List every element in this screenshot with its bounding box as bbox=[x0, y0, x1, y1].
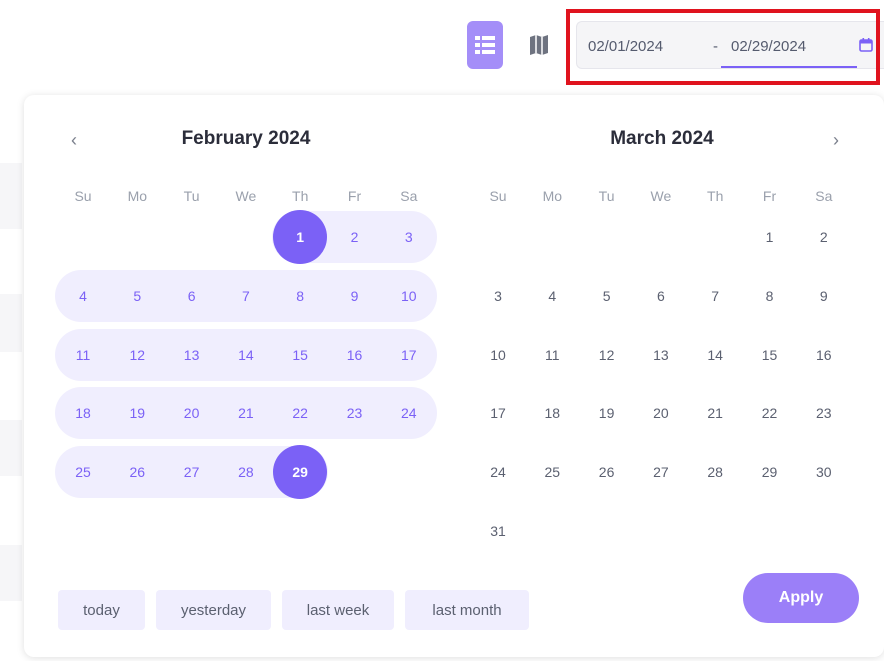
day-cell[interactable]: 29 bbox=[744, 446, 796, 498]
day-cell[interactable]: 26 bbox=[581, 446, 633, 498]
weekday-tu: Tu bbox=[183, 188, 200, 204]
day-cell[interactable]: 15 bbox=[744, 329, 796, 381]
day-cell[interactable]: 16 bbox=[329, 329, 381, 381]
day-cell[interactable]: 11 bbox=[57, 329, 109, 381]
prev-month-button[interactable]: ‹ bbox=[64, 130, 84, 150]
background-row bbox=[0, 163, 22, 229]
day-cell[interactable]: 16 bbox=[798, 329, 850, 381]
day-cell[interactable]: 6 bbox=[166, 270, 218, 322]
weekday-sa: Sa bbox=[815, 188, 833, 204]
day-cell[interactable]: 8 bbox=[744, 270, 796, 322]
day-cell[interactable]: 5 bbox=[581, 270, 633, 322]
preset-last-month[interactable]: last month bbox=[405, 590, 529, 630]
day-cell[interactable]: 30 bbox=[798, 446, 850, 498]
day-cell[interactable]: 15 bbox=[274, 329, 326, 381]
weekday-mo: Mo bbox=[542, 188, 563, 204]
day-cell[interactable]: 25 bbox=[526, 446, 578, 498]
day-cell[interactable]: 18 bbox=[57, 387, 109, 439]
apply-button[interactable]: Apply bbox=[743, 573, 859, 623]
day-cell[interactable]: 28 bbox=[220, 446, 272, 498]
highlight-box bbox=[566, 9, 880, 85]
day-cell[interactable]: 20 bbox=[166, 387, 218, 439]
left-month-title: February 2024 bbox=[181, 128, 311, 149]
day-cell[interactable]: 12 bbox=[581, 329, 633, 381]
day-cell[interactable]: 14 bbox=[689, 329, 741, 381]
day-cell[interactable]: 24 bbox=[472, 446, 524, 498]
background-row bbox=[0, 420, 22, 476]
day-cell[interactable]: 10 bbox=[383, 270, 435, 322]
day-cell[interactable]: 7 bbox=[689, 270, 741, 322]
day-cell[interactable]: 1 bbox=[744, 211, 796, 263]
weekday-mo: Mo bbox=[127, 188, 148, 204]
day-cell[interactable]: 31 bbox=[472, 505, 524, 557]
weekday-su: Su bbox=[489, 188, 507, 204]
day-cell[interactable]: 28 bbox=[689, 446, 741, 498]
next-month-button[interactable]: › bbox=[826, 130, 846, 150]
day-cell[interactable]: 26 bbox=[111, 446, 163, 498]
map-icon bbox=[530, 35, 548, 55]
day-cell[interactable]: 9 bbox=[798, 270, 850, 322]
weekday-sa: Sa bbox=[400, 188, 418, 204]
day-cell[interactable]: 4 bbox=[57, 270, 109, 322]
weekday-fr: Fr bbox=[347, 188, 362, 204]
day-cell[interactable]: 8 bbox=[274, 270, 326, 322]
background-row bbox=[0, 294, 22, 352]
day-cell[interactable]: 27 bbox=[166, 446, 218, 498]
day-cell[interactable]: 2 bbox=[329, 211, 381, 263]
day-cell[interactable]: 13 bbox=[635, 329, 687, 381]
day-cell[interactable]: 23 bbox=[798, 387, 850, 439]
day-cell[interactable]: 19 bbox=[581, 387, 633, 439]
day-cell[interactable]: 12 bbox=[111, 329, 163, 381]
day-cell[interactable]: 20 bbox=[635, 387, 687, 439]
day-cell[interactable]: 29 bbox=[273, 445, 328, 499]
preset-last-week[interactable]: last week bbox=[282, 590, 394, 630]
day-cell[interactable]: 7 bbox=[220, 270, 272, 322]
weekday-th: Th bbox=[292, 188, 309, 204]
day-cell[interactable]: 21 bbox=[220, 387, 272, 439]
day-cell[interactable]: 17 bbox=[472, 387, 524, 439]
day-cell[interactable]: 5 bbox=[111, 270, 163, 322]
map-view-button[interactable] bbox=[521, 21, 557, 69]
day-cell[interactable]: 19 bbox=[111, 387, 163, 439]
day-cell[interactable]: 9 bbox=[329, 270, 381, 322]
day-cell[interactable]: 3 bbox=[383, 211, 435, 263]
weekday-th: Th bbox=[707, 188, 724, 204]
day-cell[interactable]: 22 bbox=[274, 387, 326, 439]
weekday-we: We bbox=[235, 188, 257, 204]
right-month-title: March 2024 bbox=[610, 128, 714, 149]
day-cell[interactable]: 3 bbox=[472, 270, 524, 322]
day-cell[interactable]: 1 bbox=[273, 210, 328, 264]
day-cell[interactable]: 14 bbox=[220, 329, 272, 381]
weekday-su: Su bbox=[74, 188, 92, 204]
day-cell[interactable]: 21 bbox=[689, 387, 741, 439]
day-cell[interactable]: 6 bbox=[635, 270, 687, 322]
day-cell[interactable]: 10 bbox=[472, 329, 524, 381]
weekday-we: We bbox=[650, 188, 672, 204]
day-cell[interactable]: 13 bbox=[166, 329, 218, 381]
list-view-button[interactable] bbox=[467, 21, 503, 69]
list-icon bbox=[475, 36, 495, 54]
weekday-tu: Tu bbox=[598, 188, 615, 204]
weekday-fr: Fr bbox=[762, 188, 777, 204]
day-cell[interactable]: 24 bbox=[383, 387, 435, 439]
day-cell[interactable]: 27 bbox=[635, 446, 687, 498]
day-cell[interactable]: 23 bbox=[329, 387, 381, 439]
preset-yesterday[interactable]: yesterday bbox=[156, 590, 271, 630]
day-cell[interactable]: 18 bbox=[526, 387, 578, 439]
day-cell[interactable]: 22 bbox=[744, 387, 796, 439]
day-cell[interactable]: 4 bbox=[526, 270, 578, 322]
day-cell[interactable]: 11 bbox=[526, 329, 578, 381]
day-cell[interactable]: 2 bbox=[798, 211, 850, 263]
day-cell[interactable]: 17 bbox=[383, 329, 435, 381]
day-cell[interactable]: 25 bbox=[57, 446, 109, 498]
background-row bbox=[0, 545, 22, 601]
preset-today[interactable]: today bbox=[58, 590, 145, 630]
